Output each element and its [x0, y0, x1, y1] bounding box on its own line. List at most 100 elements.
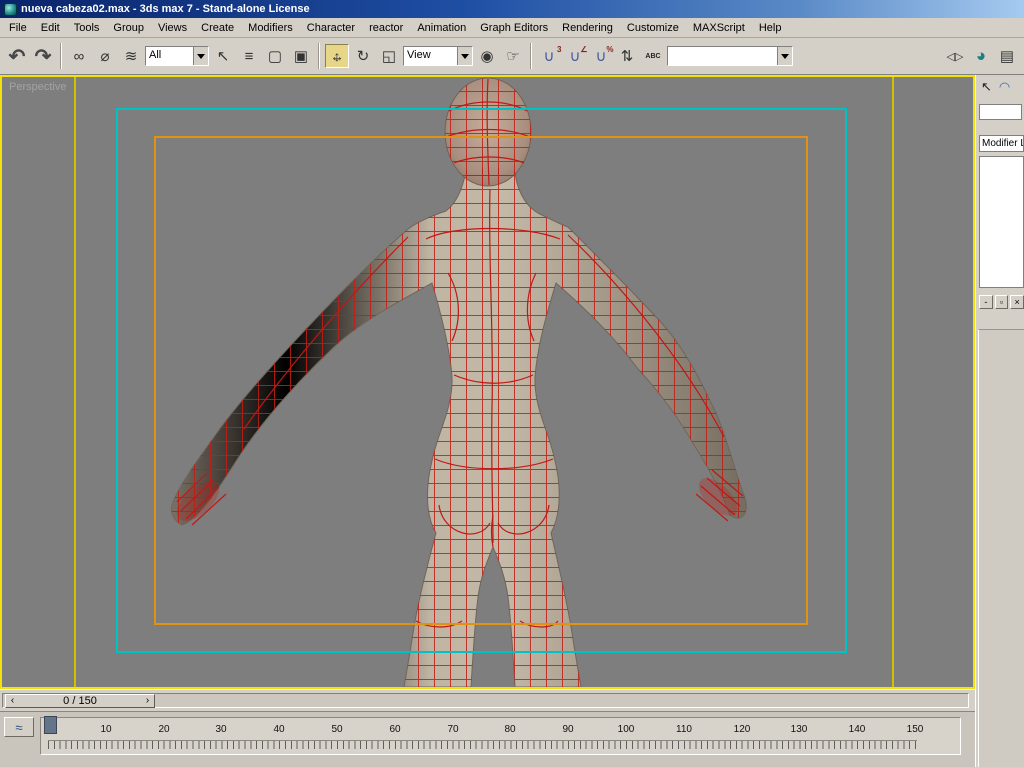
dropdown-arrow-icon[interactable]: [193, 47, 208, 65]
select-and-link-button[interactable]: ∞: [67, 44, 91, 68]
bind-to-space-warp-button[interactable]: ≋: [119, 44, 143, 68]
select-by-name-icon: ≡: [244, 47, 254, 65]
menu-create[interactable]: Create: [194, 20, 241, 36]
render-scene-button[interactable]: ▤: [995, 44, 1019, 68]
menu-help[interactable]: Help: [752, 20, 789, 36]
redo-icon: ↷: [34, 45, 52, 68]
menu-character[interactable]: Character: [300, 20, 362, 36]
create-tab-icon: ↖: [981, 79, 992, 94]
move-icon: ↔ ↕: [330, 48, 344, 64]
mini-curve-editor-button[interactable]: ≈: [4, 717, 34, 737]
create-tab[interactable]: ↖: [981, 78, 992, 97]
select-and-manipulate-button[interactable]: ☞: [501, 44, 525, 68]
show-end-result-button[interactable]: ▫: [994, 295, 1009, 309]
tick-label: 30: [215, 724, 227, 735]
remove-modifier-icon: ×: [1014, 297, 1020, 307]
menu-animation[interactable]: Animation: [410, 20, 473, 36]
render-scene-icon: ▤: [999, 48, 1015, 65]
3dsmax-window: nueva cabeza02.max - 3ds max 7 - Stand-a…: [0, 0, 1024, 768]
angle-snap-button[interactable]: ∪ ∠: [563, 44, 588, 68]
time-slider-track[interactable]: ‹ 0 / 150 ›: [2, 693, 969, 708]
select-and-rotate-button[interactable]: ↻: [351, 44, 375, 68]
time-slider-handle[interactable]: ‹ 0 / 150 ›: [5, 694, 155, 708]
unlink-icon: ⌀: [100, 48, 110, 65]
tick-label: 60: [389, 724, 401, 735]
menu-graph-editors[interactable]: Graph Editors: [473, 20, 555, 36]
curve-editor-icon: ≈: [15, 719, 23, 735]
menu-views[interactable]: Views: [151, 20, 194, 36]
selection-filter-dropdown[interactable]: All: [145, 46, 209, 66]
next-frame-arrow[interactable]: ›: [141, 695, 154, 707]
mirror-icon: ◁▷: [946, 50, 964, 63]
track-bar: ≈ 0 10 20 30 40 50 60 70 80 90 100 110 1…: [0, 711, 975, 767]
spinner-snap-button[interactable]: ⇅: [615, 44, 639, 68]
menu-group[interactable]: Group: [106, 20, 151, 36]
command-panel-tabs: ↖ ◠: [976, 75, 1024, 97]
select-and-scale-button[interactable]: ◱: [377, 44, 401, 68]
modify-tab-icon: ◠: [998, 79, 1011, 94]
material-editor-button[interactable]: ◕: [969, 44, 993, 68]
modifier-list-dropdown[interactable]: Modifier L: [979, 135, 1024, 152]
dropdown-arrow-icon[interactable]: [777, 47, 792, 65]
modifier-stack-list[interactable]: [979, 156, 1024, 288]
viewport-label[interactable]: Perspective: [9, 81, 66, 93]
coordinate-system-value: View: [407, 49, 431, 61]
window-title: nueva cabeza02.max - 3ds max 7 - Stand-a…: [21, 3, 310, 15]
title-bar[interactable]: nueva cabeza02.max - 3ds max 7 - Stand-a…: [0, 0, 1024, 18]
modify-tab[interactable]: ◠: [999, 78, 1010, 97]
main-toolbar: ↶ ↷ ∞ ⌀ ≋ All ↖ ≡ ▢ ▣ ↔ ↕ ↻ ◱ View ◉ ☞ ∪: [0, 38, 1024, 75]
tick-label: 130: [790, 724, 808, 735]
rectangular-selection-button[interactable]: ▢: [263, 44, 287, 68]
app-icon[interactable]: [4, 2, 17, 16]
rollout-area: [978, 329, 1024, 767]
perspective-viewport[interactable]: Perspective: [0, 75, 975, 689]
mirror-button[interactable]: ◁▷: [943, 44, 967, 68]
tick-label: 100: [617, 724, 635, 735]
snap-toggle-button[interactable]: ∪ 3: [537, 44, 562, 68]
track-bar-ruler: [40, 717, 961, 755]
menu-edit[interactable]: Edit: [34, 20, 67, 36]
tick-label: 80: [504, 724, 516, 735]
tick-label: 20: [158, 724, 170, 735]
command-panel: ↖ ◠ Modifier L - ▫ ×: [975, 75, 1024, 767]
window-crossing-icon: ▣: [293, 48, 309, 65]
frame-ticks: [48, 740, 917, 749]
menu-customize[interactable]: Customize: [620, 20, 686, 36]
scale-icon: ◱: [381, 48, 397, 65]
named-selections-icon: ABC: [645, 52, 661, 60]
percent-snap-icon: ∪%: [595, 45, 614, 65]
percent-snap-button[interactable]: ∪%: [589, 44, 614, 68]
select-by-name-button[interactable]: ≡: [237, 44, 261, 68]
dropdown-arrow-icon[interactable]: [457, 47, 472, 65]
remove-modifier-button[interactable]: ×: [1010, 295, 1024, 309]
rotate-icon: ↻: [356, 48, 370, 65]
previous-frame-arrow[interactable]: ‹: [6, 695, 19, 707]
object-name-field[interactable]: [979, 104, 1022, 120]
menu-maxscript[interactable]: MAXScript: [686, 20, 752, 36]
select-and-move-button[interactable]: ↔ ↕: [325, 44, 349, 68]
menu-tools[interactable]: Tools: [67, 20, 107, 36]
material-editor-icon: ◕: [975, 46, 987, 65]
toolbar-separator: [318, 43, 320, 69]
named-selection-sets-dropdown[interactable]: [667, 46, 793, 66]
tick-label: 110: [676, 724, 692, 735]
window-crossing-button[interactable]: ▣: [289, 44, 313, 68]
tick-label: 150: [906, 724, 924, 735]
undo-icon: ↶: [8, 45, 26, 68]
unlink-selection-button[interactable]: ⌀: [93, 44, 117, 68]
menu-rendering[interactable]: Rendering: [555, 20, 620, 36]
edit-named-selections-button[interactable]: ABC: [641, 44, 665, 68]
toolbar-separator: [530, 43, 532, 69]
pin-stack-button[interactable]: -: [979, 295, 993, 309]
undo-button[interactable]: ↶: [5, 44, 29, 68]
use-pivot-point-button[interactable]: ◉: [475, 44, 499, 68]
select-object-button[interactable]: ↖: [211, 44, 235, 68]
pin-stack-icon: -: [984, 297, 988, 307]
reference-coordinate-dropdown[interactable]: View: [403, 46, 473, 66]
select-and-link-icon: ∞: [73, 47, 85, 65]
menu-modifiers[interactable]: Modifiers: [241, 20, 300, 36]
menu-file[interactable]: File: [2, 20, 34, 36]
redo-button[interactable]: ↷: [31, 44, 55, 68]
menu-reactor[interactable]: reactor: [362, 20, 410, 36]
current-frame-marker[interactable]: [44, 716, 57, 734]
